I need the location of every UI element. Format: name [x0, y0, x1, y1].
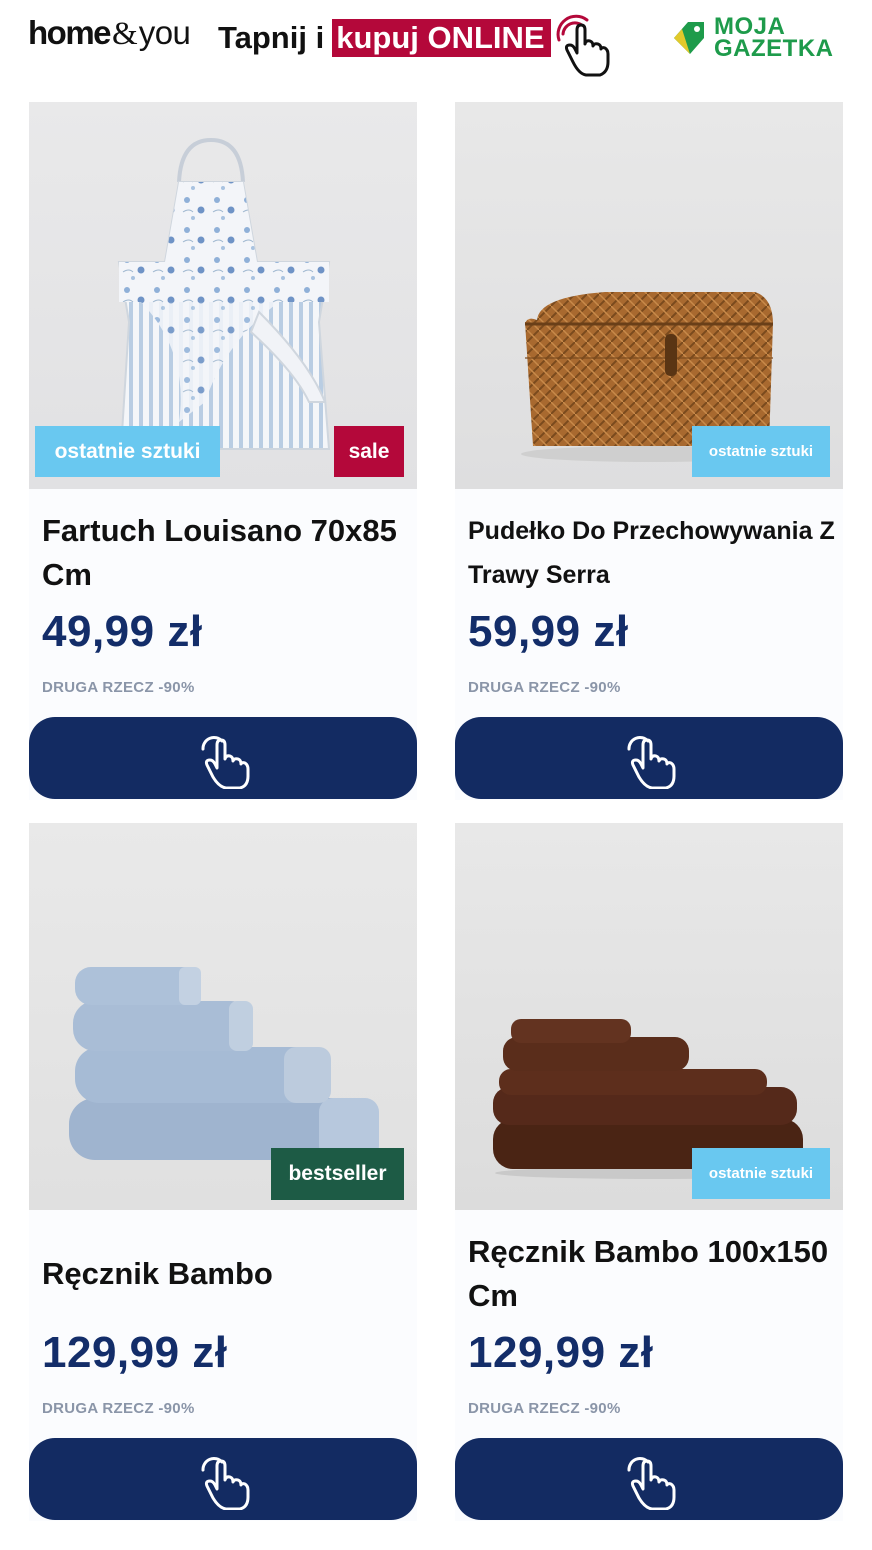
price-tag-icon [674, 22, 704, 54]
tagline-plain: Tapnij i [218, 20, 325, 55]
badge-bestseller: bestseller [271, 1148, 404, 1200]
logo-ampersand: & [112, 16, 138, 52]
moja-line2: GAZETKA [714, 35, 834, 62]
logo-home-text: home [28, 14, 112, 51]
buy-online-button[interactable] [29, 1438, 417, 1520]
product-title[interactable]: Ręcznik Bambo 100x150 Cm [468, 1230, 838, 1318]
logo-you-text: you [138, 14, 191, 51]
badge-last-items: ostatnie sztuki [692, 426, 830, 477]
moja-gazetka-text: MOJA GAZETKA [714, 15, 834, 62]
moja-gazetka-logo[interactable]: MOJA GAZETKA [672, 15, 848, 66]
product-price: 129,99 zł [468, 1328, 654, 1377]
product-price: 49,99 zł [42, 607, 203, 656]
product-promo: DRUGA RZECZ -90% [42, 679, 195, 696]
product-card[interactable]: ostatnie sztuki Pudełko Do Przechowywani… [455, 102, 843, 800]
buy-online-button[interactable] [455, 1438, 843, 1520]
tagline-highlight: kupuj ONLINE [332, 19, 551, 57]
tap-hand-icon [627, 1457, 676, 1510]
product-price: 129,99 zł [42, 1328, 228, 1377]
buy-online-button[interactable] [29, 717, 417, 799]
product-promo: DRUGA RZECZ -90% [468, 1400, 621, 1417]
tap-hand-icon [201, 736, 250, 789]
badge-sale: sale [334, 426, 404, 477]
tagline[interactable]: Tapnij i kupuj ONLINE [218, 18, 551, 58]
product-promo: DRUGA RZECZ -90% [42, 1400, 195, 1417]
product-title[interactable]: Ręcznik Bambo [42, 1252, 412, 1296]
product-title[interactable]: Pudełko Do Przechowywania Z Trawy Serra [468, 509, 838, 597]
badge-last-items: ostatnie sztuki [35, 426, 220, 477]
tap-hand-icon [201, 1457, 250, 1510]
product-card[interactable]: ostatnie sztuki sale Fartuch Louisano 70… [29, 102, 417, 800]
buy-online-button[interactable] [455, 717, 843, 799]
product-card[interactable]: ostatnie sztuki Ręcznik Bambo 100x150 Cm… [455, 823, 843, 1521]
product-price: 59,99 zł [468, 607, 629, 656]
product-promo: DRUGA RZECZ -90% [468, 679, 621, 696]
tap-hand-icon[interactable] [553, 12, 611, 78]
home-and-you-logo[interactable]: home & you [28, 14, 191, 54]
header: home & you Tapnij i kupuj ONLINE MOJA GA… [0, 0, 872, 90]
product-title[interactable]: Fartuch Louisano 70x85 Cm [42, 509, 412, 597]
product-card[interactable]: bestseller Ręcznik Bambo 129,99 zł DRUGA… [29, 823, 417, 1521]
badge-last-items: ostatnie sztuki [692, 1148, 830, 1199]
tap-hand-icon [627, 736, 676, 789]
